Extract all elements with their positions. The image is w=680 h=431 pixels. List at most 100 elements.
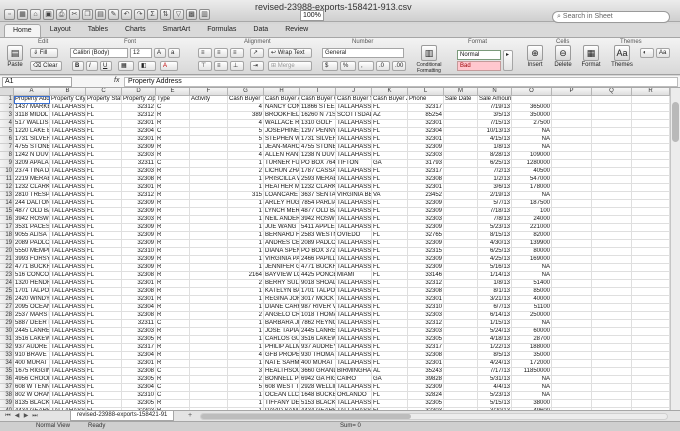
- grid-cell[interactable]: 5887 DEER P: [14, 320, 50, 328]
- grid-cell[interactable]: [632, 320, 670, 328]
- grid-cell[interactable]: FL: [372, 104, 408, 112]
- tab-charts[interactable]: Charts: [117, 24, 154, 37]
- grid-cell[interactable]: [444, 320, 478, 328]
- grid-cell[interactable]: FL: [372, 336, 408, 344]
- grid-cell[interactable]: 4877 OLD BA: [14, 208, 50, 216]
- row-header[interactable]: 27: [0, 304, 14, 312]
- grid-cell[interactable]: R: [156, 200, 190, 208]
- grid-cell[interactable]: Property City: [50, 96, 86, 104]
- paste-icon[interactable]: ▤: [95, 9, 106, 20]
- grid-cell[interactable]: FL: [86, 176, 122, 184]
- grid-cell[interactable]: TALLAHASSEE: [50, 152, 86, 160]
- grid-cell[interactable]: 1/15/13: [478, 320, 512, 328]
- grid-cell[interactable]: TALLAHASSEE: [50, 320, 86, 328]
- grid-cell[interactable]: [552, 320, 592, 328]
- grid-cell[interactable]: 188000: [512, 344, 552, 352]
- grid-cell[interactable]: 32312: [408, 280, 444, 288]
- tab-data[interactable]: Data: [245, 24, 276, 37]
- grid-cell[interactable]: 32310: [122, 248, 156, 256]
- grid-cell[interactable]: 1: [228, 176, 264, 184]
- grid-cell[interactable]: 32305: [408, 336, 444, 344]
- grid-cell[interactable]: [592, 304, 632, 312]
- grid-cell[interactable]: [190, 264, 228, 272]
- grid-cell[interactable]: TALLAHASSEE: [336, 128, 372, 136]
- templates-icon[interactable]: ▦: [17, 9, 28, 20]
- grid-cell[interactable]: NA: [512, 128, 552, 136]
- grid-cell[interactable]: [552, 344, 592, 352]
- grid-cell[interactable]: [592, 248, 632, 256]
- grid-cell[interactable]: FL: [86, 336, 122, 344]
- grid-cell[interactable]: FL: [86, 104, 122, 112]
- grid-cell[interactable]: 11850000: [512, 368, 552, 376]
- grid-cell[interactable]: 6/25/13: [478, 248, 512, 256]
- grid-cell[interactable]: Property Add: [14, 96, 50, 104]
- grid-cell[interactable]: [592, 328, 632, 336]
- grid-cell[interactable]: TALLAHASSEE: [336, 344, 372, 352]
- grid-cell[interactable]: [632, 224, 670, 232]
- row-header[interactable]: 14: [0, 200, 14, 208]
- grid-cell[interactable]: TALLAHASSEE: [336, 288, 372, 296]
- grid-cell[interactable]: [592, 96, 632, 104]
- grid-cell[interactable]: [190, 280, 228, 288]
- grid-cell[interactable]: TALLAHASSEE: [336, 312, 372, 320]
- grid-cell[interactable]: R: [156, 240, 190, 248]
- row-header[interactable]: 35: [0, 368, 14, 376]
- grid-cell[interactable]: [552, 96, 592, 104]
- grid-cell[interactable]: LYNCH MERE: [264, 208, 300, 216]
- tab-review[interactable]: Review: [277, 24, 316, 37]
- grid-cell[interactable]: [592, 144, 632, 152]
- grid-cell[interactable]: [552, 304, 592, 312]
- grid-cell[interactable]: FL: [372, 280, 408, 288]
- grid-cell[interactable]: [190, 344, 228, 352]
- grid-cell[interactable]: 1648 BUCKE: [300, 392, 336, 400]
- grid-cell[interactable]: SCOTTSDALE: [336, 112, 372, 120]
- grid-cell[interactable]: 32303: [122, 328, 156, 336]
- grid-cell[interactable]: [444, 328, 478, 336]
- grid-cell[interactable]: [444, 336, 478, 344]
- align-bottom-icon[interactable]: ⊥: [230, 61, 244, 71]
- conditional-formatting-button[interactable]: ▥ Conditional Formatting: [412, 44, 446, 74]
- grid-cell[interactable]: [444, 344, 478, 352]
- grid-cell[interactable]: TALLAHASSEE: [50, 352, 86, 360]
- grid-cell[interactable]: ANDRES CER: [264, 240, 300, 248]
- grid-cell[interactable]: [444, 128, 478, 136]
- grid-cell[interactable]: FL: [86, 248, 122, 256]
- grid-cell[interactable]: 3516 LAKEW: [300, 336, 336, 344]
- grid-cell[interactable]: 1: [228, 344, 264, 352]
- grid-cell[interactable]: [190, 184, 228, 192]
- grid-cell[interactable]: [552, 264, 592, 272]
- grid-cell[interactable]: 32308: [408, 352, 444, 360]
- grid-cell[interactable]: TALLAHASSEE: [50, 104, 86, 112]
- grid-cell[interactable]: 1787 CASSAT: [300, 168, 336, 176]
- name-box[interactable]: A1: [2, 77, 72, 87]
- grid-cell[interactable]: 32309: [122, 224, 156, 232]
- grid-cell[interactable]: 32309: [122, 240, 156, 248]
- grid-cell[interactable]: BROOKFIELD: [264, 112, 300, 120]
- grid-cell[interactable]: 7/18/13: [478, 208, 512, 216]
- grid-cell[interactable]: 5/31/13: [478, 376, 512, 384]
- grid-cell[interactable]: TALLAHASSEE: [50, 288, 86, 296]
- grid-cell[interactable]: 1297 PENNY: [300, 128, 336, 136]
- grid-cell[interactable]: FL: [372, 272, 408, 280]
- grid-cell[interactable]: 2537 MARST: [14, 312, 50, 320]
- grid-cell[interactable]: FL: [372, 360, 408, 368]
- grid-cell[interactable]: [444, 184, 478, 192]
- grid-cell[interactable]: LOANCARE: [264, 192, 300, 200]
- grid-cell[interactable]: [444, 288, 478, 296]
- grid-cell[interactable]: Phone: [408, 96, 444, 104]
- grid-cell[interactable]: 32311: [122, 320, 156, 328]
- grid-cell[interactable]: 32310: [408, 304, 444, 312]
- grid-cell[interactable]: 350000: [512, 112, 552, 120]
- grid-cell[interactable]: 178000: [512, 184, 552, 192]
- grid-cell[interactable]: [592, 352, 632, 360]
- grid-cell[interactable]: TALLAHASSEE: [50, 384, 86, 392]
- grid-cell[interactable]: [190, 216, 228, 224]
- column-header[interactable]: E: [156, 88, 190, 96]
- grid-cell[interactable]: 2445 LANREI: [14, 328, 50, 336]
- grid-cell[interactable]: TALLAHASSEE: [336, 264, 372, 272]
- grid-cell[interactable]: [592, 288, 632, 296]
- grid-cell[interactable]: [190, 160, 228, 168]
- grid-cell[interactable]: 8/5/13: [478, 352, 512, 360]
- grid-cell[interactable]: 1: [228, 240, 264, 248]
- row-header[interactable]: 15: [0, 208, 14, 216]
